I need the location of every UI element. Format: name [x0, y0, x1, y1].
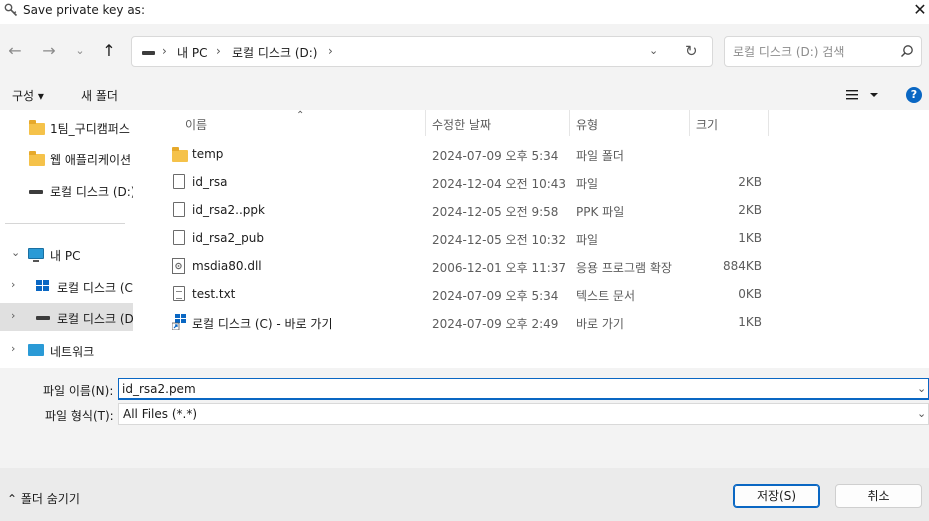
file-icon: [172, 230, 186, 246]
chevron-right-icon[interactable]: ›: [11, 309, 15, 322]
dll-icon: [172, 258, 186, 274]
navigation-bar: ← → ⌄ ↑ › 내 PC › 로컬 디스크 (D:) › ⌄ ↻: [0, 24, 929, 80]
network-icon: [28, 344, 44, 356]
chevron-right-icon[interactable]: ›: [11, 342, 15, 355]
filetype-value: All Files (*.*): [123, 407, 198, 421]
file-row-id-rsa2-ppk[interactable]: id_rsa2..ppk 2024-12-05 오전 9:58 PPK 파일 2…: [149, 196, 929, 224]
sidebar-item-local-disk-d-quick[interactable]: 로컬 디스크 (D:): [0, 176, 133, 204]
new-folder-button[interactable]: 새 폴더: [81, 87, 118, 104]
navigation-pane: 1팀_구디캠퍼스 웹 애플리케이션 로컬 디스크 (D:) ⌄ 내 PC › 로…: [0, 110, 149, 448]
sidebar-item-network[interactable]: › 네트워크: [0, 336, 133, 364]
file-list: ⌃ 이름 수정한 날짜 유형 크기 temp 2024-07-09 오후 5:3…: [149, 110, 929, 368]
save-form: 파일 이름(N): ⌄ 파일 형식(T): All Files (*.*) ⌄: [0, 368, 929, 468]
sidebar-item-local-disk-c[interactable]: › 로컬 디스크 (C:): [0, 272, 133, 300]
sidebar-divider: [5, 223, 125, 224]
drive-icon: [29, 190, 43, 194]
file-icon: [172, 202, 186, 218]
breadcrumb-chevron-icon[interactable]: ›: [328, 44, 333, 58]
sidebar-item-1team-folder[interactable]: 1팀_구디캠퍼스: [0, 113, 133, 141]
file-row-temp[interactable]: temp 2024-07-09 오후 5:34 파일 폴더: [149, 140, 929, 168]
chevron-down-icon[interactable]: ⌄: [11, 246, 20, 259]
filetype-select[interactable]: All Files (*.*) ⌄: [118, 403, 929, 425]
column-divider[interactable]: [768, 110, 769, 136]
forward-arrow-icon[interactable]: →: [38, 40, 60, 62]
drive-icon: [36, 316, 50, 320]
sidebar-item-web-app-folder[interactable]: 웹 애플리케이션: [0, 144, 133, 172]
breadcrumb-local-disk-d[interactable]: 로컬 디스크 (D:): [232, 44, 317, 61]
refresh-icon[interactable]: ↻: [685, 42, 698, 60]
breadcrumb-this-pc[interactable]: 내 PC: [177, 44, 207, 61]
chevron-right-icon[interactable]: ›: [11, 278, 15, 291]
search-box[interactable]: [724, 36, 922, 67]
file-icon: [172, 174, 186, 190]
file-row-msdia80-dll[interactable]: msdia80.dll 2006-12-01 오후 11:37 응용 프로그램 …: [149, 252, 929, 280]
close-icon[interactable]: ✕: [912, 2, 928, 18]
command-toolbar: 구성 ▾ 새 폴더 ?: [0, 80, 929, 110]
file-row-test-txt[interactable]: test.txt 2024-07-09 오후 5:34 텍스트 문서 0KB: [149, 280, 929, 308]
filetype-dropdown-chevron-icon[interactable]: ⌄: [917, 407, 926, 420]
sidebar-item-this-pc[interactable]: ⌄ 내 PC: [0, 240, 133, 268]
folder-icon: [172, 146, 188, 162]
folder-icon: [29, 120, 45, 135]
pc-icon: [28, 248, 44, 262]
cancel-button[interactable]: 취소: [835, 484, 922, 508]
drive-icon: [142, 51, 155, 55]
text-file-icon: [172, 286, 186, 302]
windows-drive-icon: [36, 280, 50, 292]
breadcrumb-chevron-icon[interactable]: ›: [216, 44, 221, 58]
column-header-name[interactable]: 이름: [149, 110, 425, 138]
filename-dropdown-chevron-icon[interactable]: ⌄: [917, 382, 926, 395]
file-row-id-rsa2-pub[interactable]: id_rsa2_pub 2024-12-05 오전 10:32 파일 1KB: [149, 224, 929, 252]
search-input[interactable]: [733, 43, 893, 61]
breadcrumb-chevron-icon[interactable]: ›: [162, 44, 167, 58]
view-options-icon[interactable]: [846, 87, 880, 103]
dialog-footer: ⌃ 폴더 숨기기 저장(S) 취소: [0, 468, 929, 521]
shortcut-icon: [171, 314, 186, 331]
address-dropdown-chevron-icon[interactable]: ⌄: [649, 44, 658, 57]
search-icon[interactable]: [899, 43, 915, 59]
window-title: Save private key as:: [23, 3, 145, 17]
address-bar[interactable]: › 내 PC › 로컬 디스크 (D:) › ⌄ ↻: [131, 36, 713, 67]
filename-label: 파일 이름(N):: [43, 384, 114, 398]
column-header-size[interactable]: 크기: [690, 110, 768, 138]
file-row-local-disk-c-shortcut[interactable]: 로컬 디스크 (C) - 바로 가기 2024-07-09 오후 2:49 바로…: [149, 308, 929, 336]
folder-icon: [29, 151, 45, 166]
up-arrow-icon[interactable]: ↑: [98, 40, 120, 62]
sidebar-item-local-disk-d[interactable]: › 로컬 디스크 (D:): [0, 303, 133, 331]
hide-folders-button[interactable]: ⌃ 폴더 숨기기: [7, 490, 80, 507]
organize-button[interactable]: 구성 ▾: [12, 87, 44, 104]
filename-field[interactable]: ⌄: [118, 378, 929, 400]
filetype-label: 파일 형식(T):: [45, 409, 114, 423]
file-row-id-rsa[interactable]: id_rsa 2024-12-04 오전 10:43 파일 2KB: [149, 168, 929, 196]
key-icon: [4, 3, 18, 17]
title-bar: Save private key as: ✕: [0, 0, 929, 24]
filename-input[interactable]: [122, 381, 902, 397]
back-arrow-icon[interactable]: ←: [4, 40, 26, 62]
column-header-type[interactable]: 유형: [570, 110, 689, 138]
recent-chevron-down-icon[interactable]: ⌄: [69, 40, 91, 62]
help-icon[interactable]: ?: [906, 87, 922, 103]
save-button[interactable]: 저장(S): [733, 484, 820, 508]
column-header-date[interactable]: 수정한 날짜: [426, 110, 569, 138]
